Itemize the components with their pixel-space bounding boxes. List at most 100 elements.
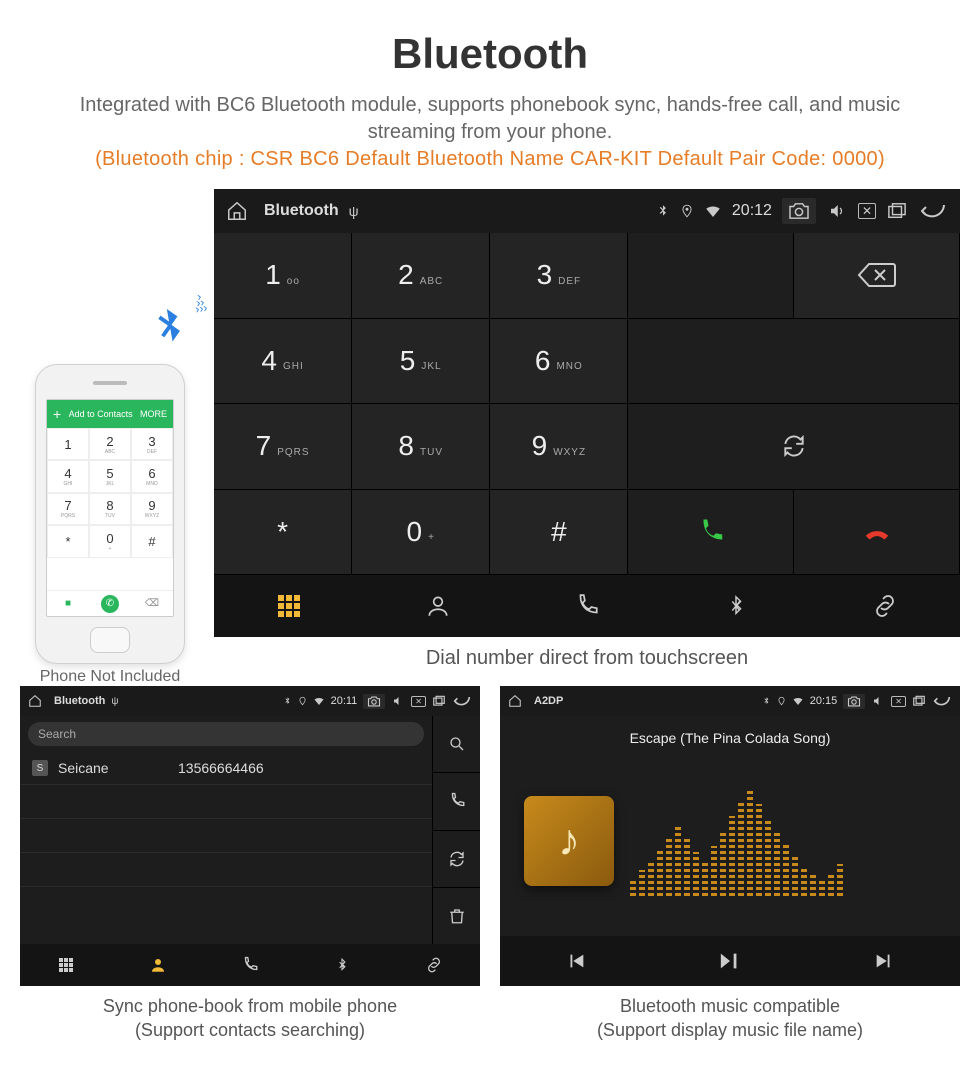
search-input[interactable]: Search	[28, 722, 424, 746]
phone-key: 7PQRS	[47, 493, 89, 525]
home-icon[interactable]	[226, 200, 248, 222]
dial-key[interactable]: 9WXYZ	[490, 404, 628, 490]
camera-icon[interactable]	[363, 694, 385, 709]
contacts-caption: Sync phone-book from mobile phone(Suppor…	[20, 994, 480, 1043]
a2dp-screen: A2DP 20:15 ✕ Escape (The Pina Colada Son…	[500, 686, 960, 986]
camera-icon[interactable]	[782, 198, 816, 224]
dialer-screen: Bluetooth ψ 20:12 ✕	[214, 189, 960, 637]
camera-icon[interactable]	[843, 694, 865, 709]
play-pause-button[interactable]	[717, 950, 743, 972]
dial-key[interactable]: 4GHI	[214, 319, 352, 405]
equalizer-visual	[630, 786, 936, 896]
backspace-icon: ⌫	[143, 595, 161, 613]
call-button[interactable]	[628, 490, 794, 576]
contacts-side-actions	[432, 716, 480, 944]
statusbar-time: 20:11	[331, 695, 358, 707]
recent-apps-icon[interactable]	[886, 202, 908, 220]
volume-icon[interactable]	[871, 695, 885, 707]
volume-icon[interactable]	[391, 695, 405, 707]
home-icon[interactable]	[28, 694, 42, 708]
eq-bar	[801, 866, 807, 896]
close-app-icon[interactable]: ✕	[858, 203, 876, 219]
phone-key: 5JKL	[89, 460, 131, 492]
nav-contacts-button[interactable]	[112, 944, 204, 986]
dialer-bottom-nav	[214, 575, 960, 637]
a2dp-controls	[500, 936, 960, 986]
bluetooth-flying-icon: ››››››	[145, 302, 196, 353]
wifi-status-icon	[792, 695, 804, 707]
nav-recent-calls-button[interactable]	[204, 944, 296, 986]
phone-key: 2ABC	[89, 428, 131, 460]
wifi-status-icon	[313, 695, 325, 707]
gps-status-icon	[680, 202, 694, 220]
recent-apps-icon[interactable]	[432, 695, 446, 707]
video-call-icon: ■	[59, 595, 77, 613]
eq-bar	[756, 804, 762, 896]
contact-number: 13566664466	[178, 760, 264, 776]
back-icon[interactable]	[918, 202, 948, 220]
back-icon[interactable]	[932, 695, 952, 707]
dialer-keypad: 1oo2ABC3DEF 4GHI5JKL6MNO 7PQRS8TUV9WXYZ *0+…	[214, 233, 960, 575]
nav-bluetooth-button[interactable]	[662, 575, 811, 637]
nav-link-button[interactable]	[811, 575, 960, 637]
contacts-statusbar: Bluetooth ψ 20:11 ✕	[20, 686, 480, 716]
dial-key[interactable]: 1oo	[214, 233, 352, 319]
eq-bar	[648, 862, 654, 896]
eq-bar	[657, 850, 663, 896]
sync-button[interactable]	[628, 404, 960, 490]
call-button[interactable]	[433, 773, 480, 830]
contacts-bottom-nav	[20, 944, 480, 986]
backspace-button[interactable]	[794, 233, 960, 319]
contact-row-empty	[20, 887, 432, 921]
dial-key[interactable]: 3DEF	[490, 233, 628, 319]
dial-key[interactable]: 8TUV	[352, 404, 490, 490]
dial-key[interactable]: 6MNO	[490, 319, 628, 405]
nav-keypad-button[interactable]	[20, 944, 112, 986]
volume-icon[interactable]	[826, 202, 848, 220]
close-app-icon[interactable]: ✕	[891, 696, 906, 707]
prev-track-button[interactable]	[565, 950, 587, 972]
phone-key: 0+	[89, 525, 131, 557]
contact-badge: S	[32, 760, 48, 776]
sync-button[interactable]	[433, 831, 480, 888]
dial-key[interactable]: #	[490, 490, 628, 576]
home-icon[interactable]	[508, 694, 522, 708]
dial-key[interactable]: 7PQRS	[214, 404, 352, 490]
delete-button[interactable]	[433, 888, 480, 944]
phone-key: 3DEF	[131, 428, 173, 460]
nav-contacts-button[interactable]	[363, 575, 512, 637]
next-track-button[interactable]	[873, 950, 895, 972]
eq-bar	[720, 832, 726, 896]
eq-bar	[729, 816, 735, 896]
bluetooth-status-icon	[762, 695, 771, 707]
eq-bar	[774, 832, 780, 896]
nav-keypad-button[interactable]	[214, 575, 363, 637]
contact-row[interactable]: S Seicane 13566664466	[20, 752, 432, 785]
eq-bar	[783, 844, 789, 896]
statusbar-title: Bluetooth	[264, 202, 339, 220]
contact-row-empty	[20, 785, 432, 819]
phone-header: + Add to Contacts MORE	[47, 400, 173, 428]
phone-key: #	[131, 525, 173, 557]
hangup-button[interactable]	[794, 490, 960, 576]
usb-icon: ψ	[349, 203, 359, 219]
nav-bluetooth-button[interactable]	[296, 944, 388, 986]
dial-key[interactable]: 0+	[352, 490, 490, 576]
recent-apps-icon[interactable]	[912, 695, 926, 707]
wifi-status-icon	[704, 202, 722, 220]
close-app-icon[interactable]: ✕	[411, 696, 426, 707]
eq-bar	[810, 874, 816, 896]
back-icon[interactable]	[452, 695, 472, 707]
eq-bar	[693, 852, 699, 896]
search-button[interactable]	[433, 716, 480, 773]
dial-key[interactable]: 2ABC	[352, 233, 490, 319]
blank-cell	[628, 319, 960, 405]
nav-recent-calls-button[interactable]	[512, 575, 661, 637]
eq-bar	[765, 818, 771, 896]
nav-link-button[interactable]	[388, 944, 480, 986]
bluetooth-status-icon	[283, 695, 292, 707]
dial-key[interactable]: 5JKL	[352, 319, 490, 405]
dial-key[interactable]: *	[214, 490, 352, 576]
eq-bar	[738, 802, 744, 896]
song-title: Escape (The Pina Colada Song)	[500, 730, 960, 746]
